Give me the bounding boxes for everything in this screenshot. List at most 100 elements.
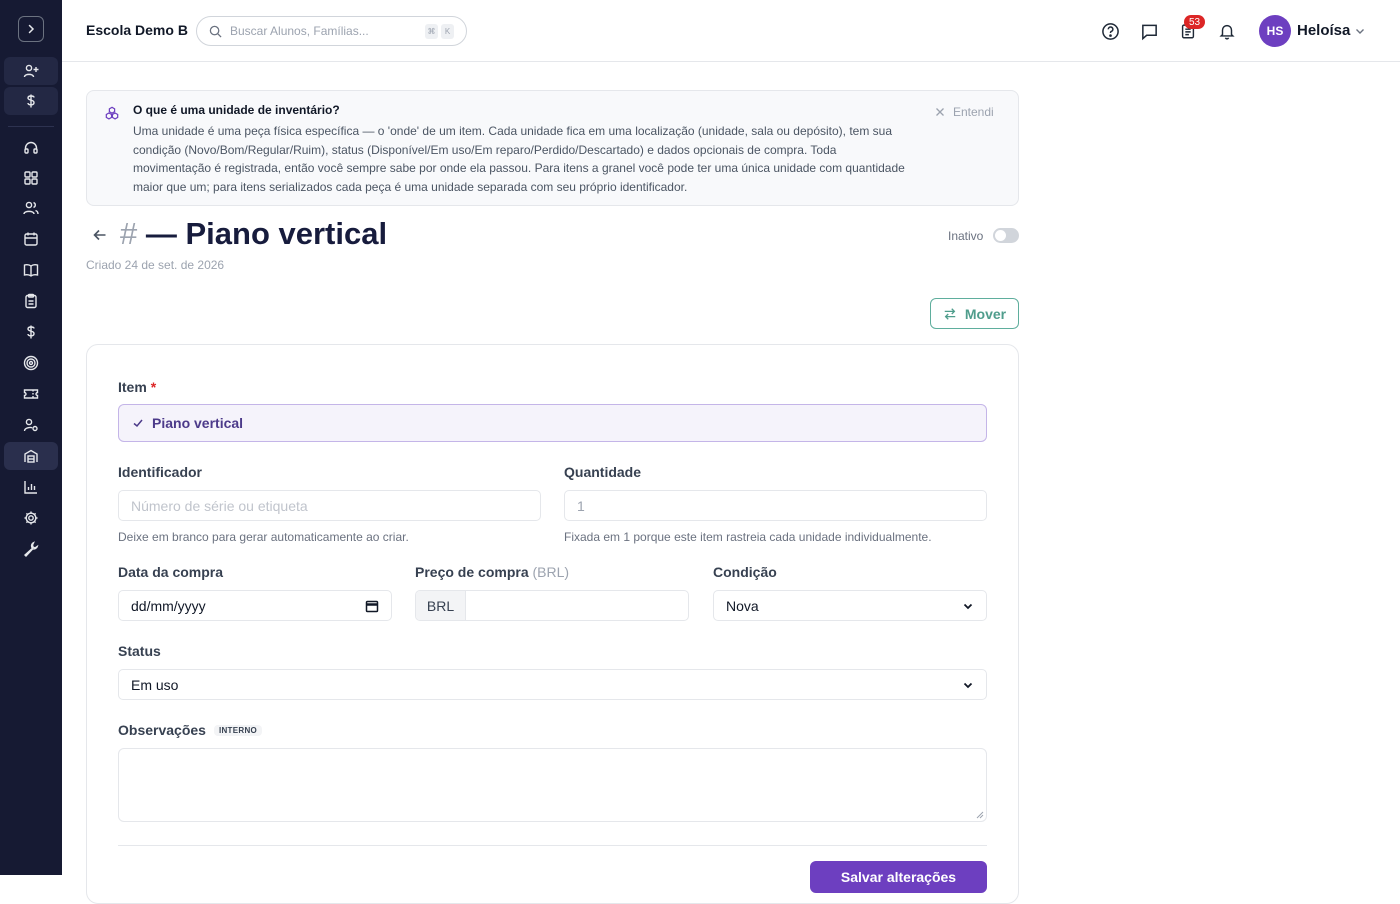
chevron-down-icon [1356,29,1364,34]
user-name[interactable]: Heloísa [1297,22,1350,39]
toggle-knob [995,230,1006,241]
purchase-date-input[interactable]: dd/mm/yyyy [118,590,392,621]
school-name[interactable]: Escola Demo B [86,22,188,38]
user-plus-icon [23,64,39,78]
item-select[interactable]: Piano vertical [118,404,987,442]
back-button[interactable] [92,227,108,248]
page-title-text: — Piano vertical [137,216,388,251]
identifier-help: Deixe em branco para gerar automaticamen… [118,530,409,544]
chevron-down-icon [963,682,973,688]
save-button[interactable]: Salvar alterações [810,861,987,893]
tasks-badge: 53 [1184,15,1205,29]
page-title: # — Piano vertical [120,216,387,252]
notes-label-text: Observações [118,722,206,738]
page-title-hash: # [120,216,138,251]
purchase-date-value: dd/mm/yyyy [131,597,206,614]
check-icon [133,419,143,428]
wrench-icon [23,541,39,557]
identifier-input[interactable]: Número de série ou etiqueta [118,490,541,521]
identifier-label: Identificador [118,464,203,480]
messages-button[interactable] [1139,21,1159,41]
item-select-value: Piano vertical [152,415,244,431]
quantity-label: Quantidade [564,464,642,480]
inventory-icon [24,449,38,463]
sidebar-item-goals[interactable] [4,349,58,377]
notes-label: Observações INTERNO [118,722,263,738]
status-select[interactable]: Em uso [118,669,987,700]
sidebar-item-courses[interactable] [4,256,58,284]
condition-select[interactable]: Nova [713,590,987,621]
item-label-text: Item [118,379,147,395]
help-icon [1101,22,1119,40]
resize-grip-icon [976,811,984,819]
bell-icon [1219,24,1235,40]
price-input-group: BRL [415,590,689,621]
sidebar-item-tools[interactable] [4,535,58,563]
identifier-placeholder: Número de série ou etiqueta [131,497,308,514]
chevron-down-icon [963,603,973,609]
topbar: Escola Demo B Buscar Alunos, Famílias...… [62,0,1400,62]
condition-label: Condição [713,564,777,580]
avatar[interactable]: HS [1259,15,1291,47]
sidebar-item-tickets[interactable] [4,380,58,408]
ticket-icon [23,389,39,399]
sidebar-item-staff[interactable] [4,411,58,439]
sidebar-item-dashboard[interactable] [4,164,58,192]
notes-textarea[interactable] [118,748,987,822]
price-currency-note: (BRL) [532,564,570,580]
status-label: Status [118,643,161,659]
clipboard-icon [25,293,37,309]
quantity-input[interactable]: 1 [564,490,987,521]
sidebar-item-calendar[interactable] [4,225,58,253]
currency-prefix: BRL [416,591,466,620]
sidebar-item-people[interactable] [4,194,58,222]
expand-sidebar-button[interactable] [18,16,44,42]
created-date: Criado 24 de set. de 2026 [86,258,225,272]
sidebar-item-tasks[interactable] [4,287,58,315]
move-button[interactable]: Mover [930,298,1019,329]
search-input[interactable]: Buscar Alunos, Famílias... ⌘ K [196,16,467,46]
users-icon [23,201,39,215]
dollar-icon [27,325,35,339]
sidebar-item-inventory[interactable] [4,442,58,470]
sidebar [0,0,62,875]
user-menu-button[interactable] [1354,24,1366,42]
condition-value: Nova [726,597,759,614]
user-cog-icon [23,418,38,432]
book-icon [23,264,39,277]
price-label: Preço de compra (BRL) [415,564,569,580]
sidebar-item-payments[interactable] [4,87,58,115]
status-value: Em uso [131,676,179,693]
move-label: Mover [964,305,1007,322]
search-placeholder: Buscar Alunos, Famílias... [230,24,369,38]
info-banner-body: Uma unidade é uma peça física específica… [133,124,905,194]
notifications-button[interactable] [1217,21,1237,41]
sidebar-item-finance[interactable] [4,318,58,346]
form-divider [118,845,987,846]
chat-icon [1141,24,1157,40]
chevron-right-icon [28,24,35,34]
required-mark: * [150,379,157,395]
sidebar-item-settings[interactable] [4,504,58,532]
dollar-icon [27,94,35,108]
inactive-toggle[interactable] [993,228,1019,243]
calendar-icon [365,600,379,612]
dismiss-button[interactable]: Entendi [935,105,994,119]
arrow-left-icon [93,229,106,241]
price-input[interactable] [466,591,688,620]
dashboard-icon [24,171,38,185]
internal-tag: INTERNO [213,725,263,736]
dismiss-label: Entendi [953,105,994,119]
inactive-label: Inativo [948,229,984,243]
close-icon [936,108,944,116]
help-button[interactable] [1100,21,1120,41]
boxes-icon [105,106,119,120]
sidebar-item-reports[interactable] [4,473,58,501]
headset-icon [24,141,38,154]
arrows-swap-icon [944,307,956,320]
kbd-cmd: ⌘ [425,23,438,39]
purchase-date-label: Data da compra [118,564,224,580]
sidebar-item-support[interactable] [4,134,58,162]
sidebar-item-add-student[interactable] [4,57,58,85]
quantity-help: Fixada em 1 porque este item rastreia ca… [564,530,932,544]
